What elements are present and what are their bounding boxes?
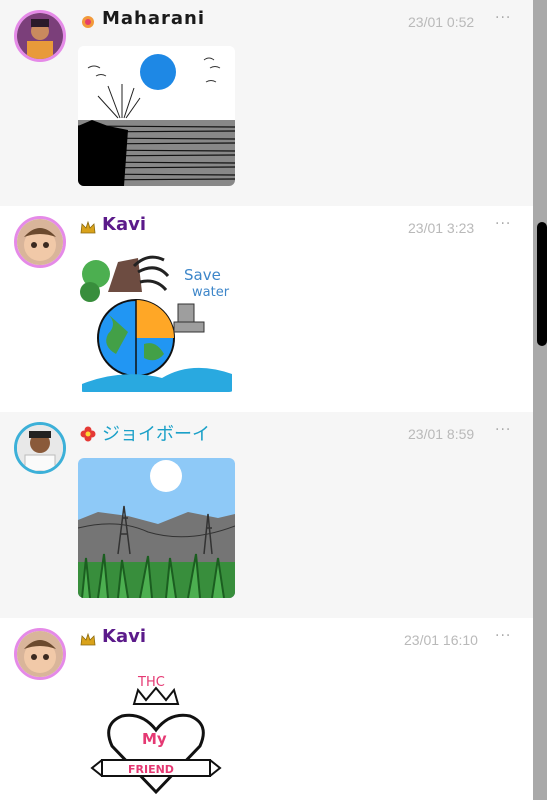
avatar[interactable] [14,628,66,680]
flower-badge-icon [82,16,94,28]
drawing-image[interactable]: Save water [78,252,235,392]
scrollbar-thumb[interactable] [537,222,547,346]
art-text: water [192,285,230,300]
scrollbar-track[interactable] [533,0,547,800]
crown-badge-icon [80,220,96,234]
avatar[interactable] [14,422,66,474]
feed-post: ジョイボーイ 23/01 8:59 ··· [0,412,533,618]
username[interactable]: Kavi [102,626,146,647]
more-options-icon[interactable]: ··· [495,10,511,26]
avatar[interactable] [14,10,66,62]
art-text: Save [184,266,221,284]
drawing-image[interactable]: THC My FRIEND [78,664,235,800]
more-options-icon[interactable]: ··· [495,216,511,232]
post-timestamp: 23/01 8:59 [408,426,475,442]
username[interactable]: Kavi [102,214,146,235]
post-timestamp: 23/01 3:23 [408,220,475,236]
art-text: My [142,730,167,748]
post-timestamp: 23/01 0:52 [408,14,475,30]
drawing-image[interactable] [78,46,235,186]
username[interactable]: Maharani [102,8,205,29]
red-flower-badge-icon [80,426,96,442]
more-options-icon[interactable]: ··· [495,422,511,438]
post-timestamp: 23/01 16:10 [404,632,478,648]
art-text: FRIEND [128,763,174,776]
avatar[interactable] [14,216,66,268]
art-text: THC [137,675,165,690]
feed-post: Kavi 23/01 3:23 ··· Save water [0,206,533,412]
more-options-icon[interactable]: ··· [495,628,511,644]
drawing-feed[interactable]: Maharani 23/01 0:52 ··· Kavi 23/01 3:23 … [0,0,533,800]
drawing-image[interactable] [78,458,235,598]
feed-post: Maharani 23/01 0:52 ··· [0,0,533,206]
crown-badge-icon [80,632,96,646]
feed-post: Kavi 23/01 16:10 ··· THC My FRIEND [0,618,533,800]
username[interactable]: ジョイボーイ [102,420,210,446]
